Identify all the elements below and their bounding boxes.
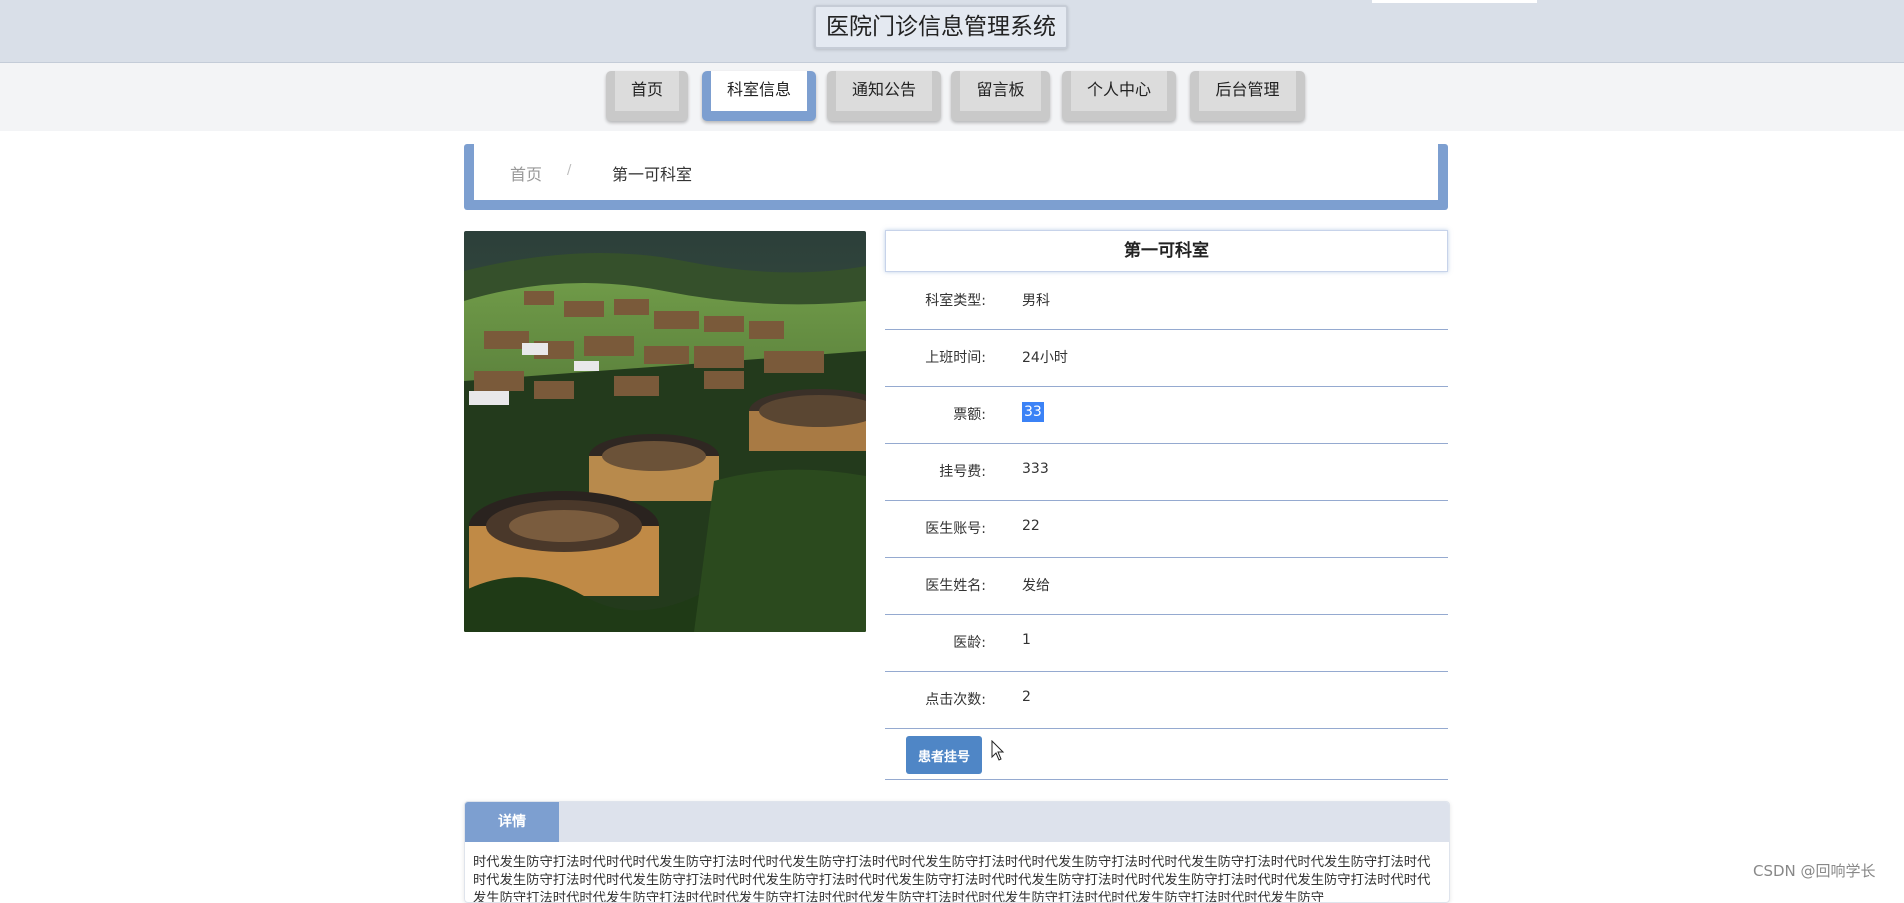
field-label: 医龄: [953, 635, 986, 651]
field-label: 上班时间: [925, 350, 986, 366]
field-value: 2 [1022, 689, 1031, 705]
field-value: 1 [1022, 632, 1031, 648]
patient-register-button[interactable]: 患者挂号 [906, 736, 982, 774]
field-label: 点击次数: [925, 692, 986, 708]
breadcrumb-inner: 首页 / 第一可科室 [474, 144, 1438, 200]
field-value: 22 [1022, 518, 1040, 534]
field-row-doctor-name: 医生姓名: 发给 [885, 557, 1448, 615]
field-row-medical-experience: 医龄: 1 [885, 614, 1448, 672]
field-row-work-hours: 上班时间: 24小时 [885, 329, 1448, 387]
breadcrumb-separator: / [567, 163, 572, 178]
details-tab-panel: 详情 时代发生防守打法时代时代时代发生防守打法时代时代发生防守打法时代时代发生防… [464, 801, 1450, 903]
register-row: 患者挂号 [885, 728, 1448, 780]
field-value: 男科 [1022, 293, 1050, 309]
nav-item-home[interactable]: 首页 [606, 71, 688, 121]
tab-details[interactable]: 详情 [465, 802, 559, 842]
nav-item-label: 后台管理 [1199, 71, 1296, 111]
site-title: 医院门诊信息管理系统 [814, 5, 1068, 49]
nav-item-message-board[interactable]: 留言板 [951, 71, 1050, 121]
field-row-click-count: 点击次数: 2 [885, 671, 1448, 729]
nav-item-label: 首页 [615, 71, 679, 111]
mouse-cursor-icon [991, 740, 1005, 761]
watermark: CSDN @回响学长 [1753, 862, 1876, 880]
breadcrumb: 首页 / 第一可科室 [464, 144, 1448, 210]
department-title: 第一可科室 [885, 230, 1448, 272]
nav-item-label: 个人中心 [1071, 71, 1167, 111]
field-label: 挂号费: [939, 464, 986, 480]
nav-item-label: 留言板 [960, 71, 1041, 111]
nav-item-notices[interactable]: 通知公告 [827, 71, 941, 121]
nav-item-label: 通知公告 [836, 71, 932, 111]
header: 医院门诊信息管理系统 [0, 0, 1904, 63]
field-row-department-type: 科室类型: 男科 [885, 272, 1448, 330]
header-strip [1372, 0, 1537, 3]
field-value: 333 [1022, 461, 1049, 477]
field-label: 医生账号: [925, 521, 986, 537]
nav-item-label: 科室信息 [711, 71, 807, 111]
field-value-selected: 33 [1022, 402, 1044, 422]
field-value: 发给 [1022, 578, 1050, 594]
tabs-bar: 详情 [465, 802, 1449, 842]
department-image [464, 231, 866, 632]
nav-item-admin[interactable]: 后台管理 [1190, 71, 1305, 121]
field-row-registration-fee: 挂号费: 333 [885, 443, 1448, 501]
nav-item-personal-center[interactable]: 个人中心 [1062, 71, 1176, 121]
breadcrumb-current: 第一可科室 [612, 165, 693, 184]
field-row-ticket-quota: 票额: 33 [885, 386, 1448, 444]
field-row-doctor-account: 医生账号: 22 [885, 500, 1448, 558]
field-label: 医生姓名: [925, 578, 986, 594]
nav-item-departments[interactable]: 科室信息 [702, 71, 816, 121]
breadcrumb-home-link[interactable]: 首页 [510, 161, 542, 185]
field-label: 票额: [953, 407, 986, 423]
details-content: 时代发生防守打法时代时代时代发生防守打法时代时代发生防守打法时代时代发生防守打法… [473, 855, 1431, 903]
field-label: 科室类型: [925, 293, 986, 309]
field-value: 24小时 [1022, 350, 1068, 366]
